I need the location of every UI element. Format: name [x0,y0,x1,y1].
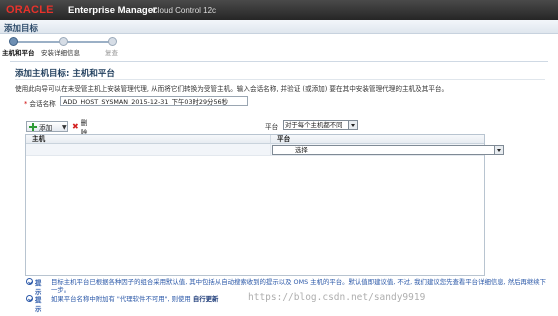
section-title: 添加主机目标: 主机和平台 [15,69,115,79]
divider [10,61,548,62]
train-step-1-label: 主机和平台 [2,49,35,57]
tip-text-body: 如果平台名称中附加有 "代理软件不可用", 则使用 [51,295,191,303]
required-icon: * [24,100,28,108]
watermark: https://blog.csdn.net/sandy9919 [248,292,426,303]
platform-select[interactable]: 对于每个主机都不同 [283,120,358,130]
session-name-label-text: 会话名称 [29,100,56,108]
top-banner: ORACLE Enterprise Manager Cloud Control … [0,0,558,20]
tip-check-icon [26,295,33,302]
add-button-label: 添加 [39,123,53,132]
tip-label: 提示 [35,296,42,313]
divider [15,79,545,80]
session-name-input[interactable] [60,96,248,106]
table-row: 选择 [26,144,504,156]
row-platform-value: 选择 [295,146,308,154]
product-edition: Cloud Control 12c [152,6,217,15]
plus-icon [29,122,37,131]
page-title: 添加目标 [4,24,39,34]
chevron-down-icon[interactable]: ▼ [62,124,67,131]
platform-select-value: 对于每个主机都不同 [285,121,343,129]
product-name: Enterprise Manager [68,5,157,16]
train-step-3-indicator [108,37,117,46]
train-step-2-indicator[interactable] [59,37,68,46]
tip-label: 提示 [35,279,42,296]
column-header-platform[interactable]: 平台 [271,135,484,144]
session-name-label: * 会话名称 [24,98,56,108]
platform-label: 平台 [265,123,279,131]
row-platform-select[interactable]: 选择 [272,145,504,155]
train-step-2-label[interactable]: 安装详细信息 [41,47,80,57]
self-update-link[interactable]: 自行更新 [193,295,219,303]
train-step-3-label: 复查 [105,49,118,57]
delete-button[interactable]: ✖ 删除 [72,119,87,137]
tip-check-icon [26,278,33,285]
column-header-host[interactable]: 主机 [26,135,271,144]
page-header: 添加目标 [0,20,558,34]
dropdown-arrow-icon[interactable] [494,146,503,154]
delete-x-icon: ✖ [72,122,79,131]
instruction-text: 使用此向导可以在未受管主机上安装管理代理, 从而将它们转换为受管主机。输入会话名… [15,85,449,93]
hosts-table: 主机 平台 选择 [25,134,504,276]
oracle-logo: ORACLE [6,4,54,16]
host-cell[interactable] [26,144,271,155]
wizard-train: 主机和平台 安装详细信息 复查 [0,34,558,58]
dropdown-arrow-icon[interactable] [348,121,357,129]
train-step-1-indicator [9,37,18,46]
